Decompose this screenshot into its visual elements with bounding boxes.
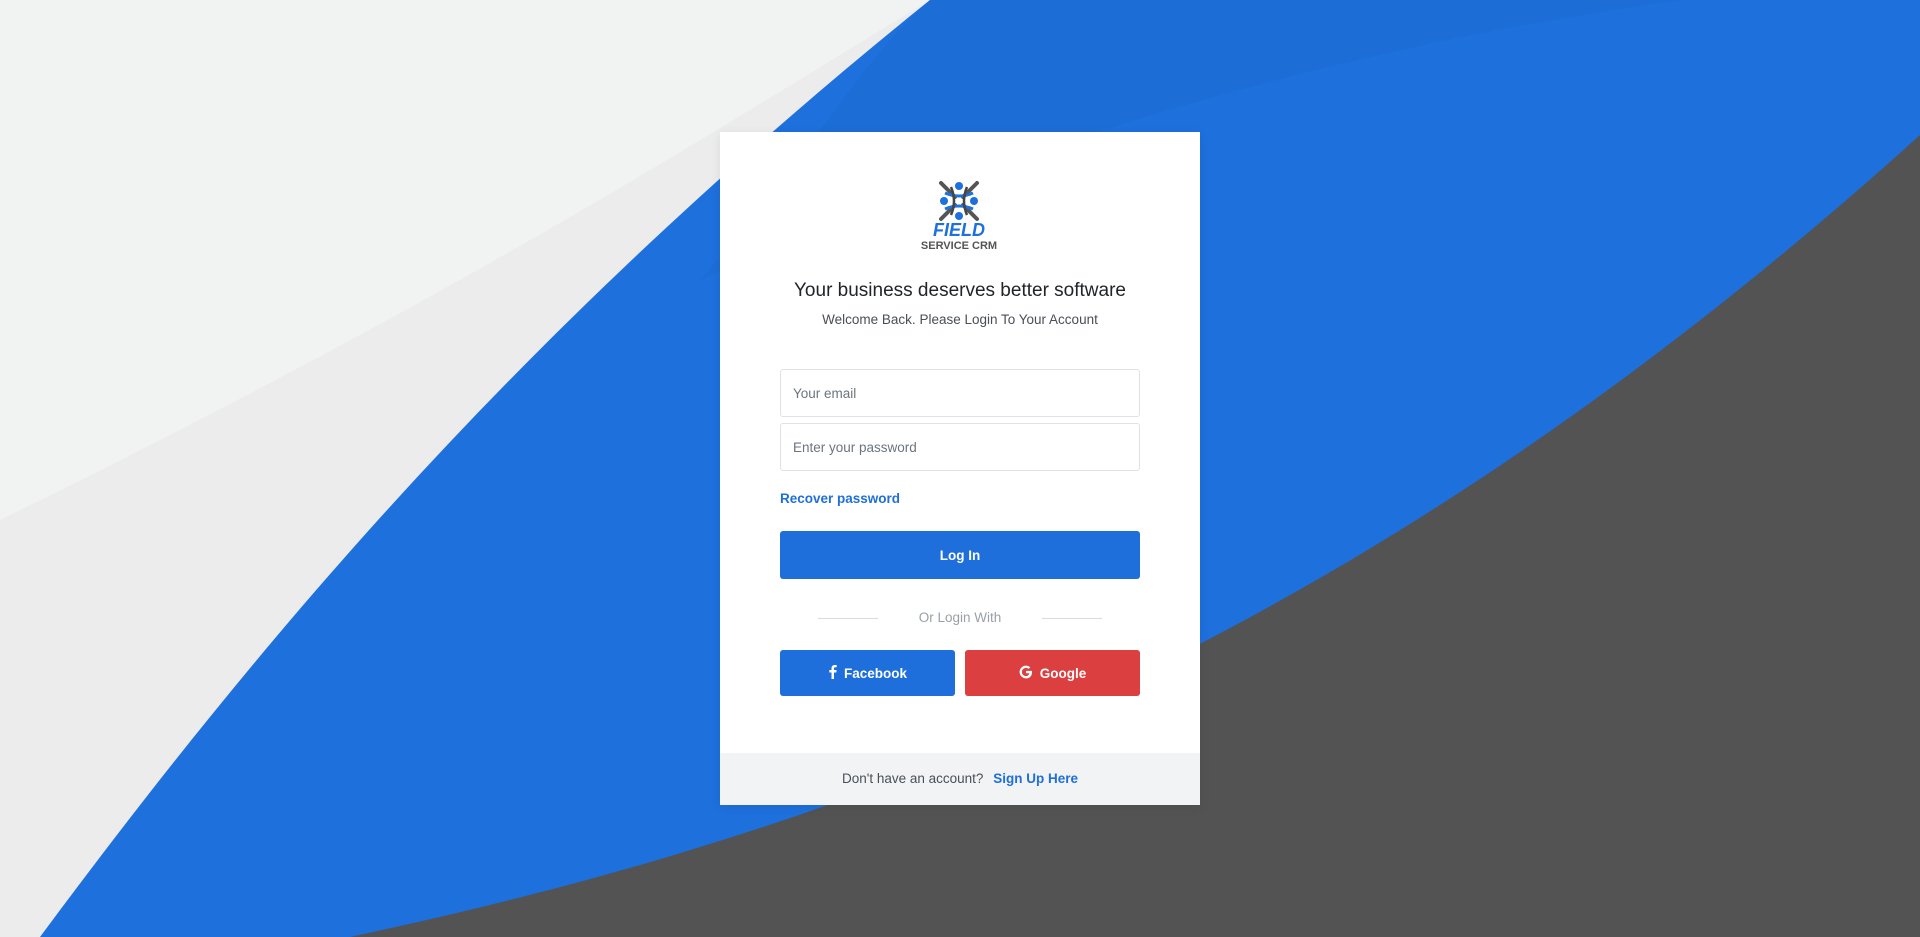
divider-line-right xyxy=(1042,618,1102,619)
facebook-icon xyxy=(828,664,837,682)
password-field[interactable] xyxy=(780,423,1140,471)
google-login-button[interactable]: Google xyxy=(965,650,1140,696)
facebook-login-button[interactable]: Facebook xyxy=(780,650,955,696)
google-icon xyxy=(1019,665,1033,682)
recover-password-link[interactable]: Recover password xyxy=(780,491,900,506)
page-subtitle: Welcome Back. Please Login To Your Accou… xyxy=(822,312,1098,327)
email-field[interactable] xyxy=(780,369,1140,417)
signup-prompt: Don't have an account? xyxy=(842,771,984,786)
signup-footer: Don't have an account? Sign Up Here xyxy=(720,753,1200,805)
login-card: FIELD SERVICE CRM Your business deserves… xyxy=(720,132,1200,805)
or-login-with-divider: Or Login With xyxy=(780,609,1140,629)
logo-text-line1: FIELD xyxy=(933,220,985,240)
page-title: Your business deserves better software xyxy=(794,280,1126,301)
facebook-label: Facebook xyxy=(843,665,908,681)
google-label: Google xyxy=(1039,665,1087,681)
logo-text-line2: SERVICE CRM xyxy=(921,240,997,252)
field-service-crm-logo: FIELD SERVICE CRM xyxy=(921,181,997,252)
login-button[interactable]: Log In xyxy=(780,531,1140,579)
signup-link[interactable]: Sign Up Here xyxy=(993,771,1078,786)
